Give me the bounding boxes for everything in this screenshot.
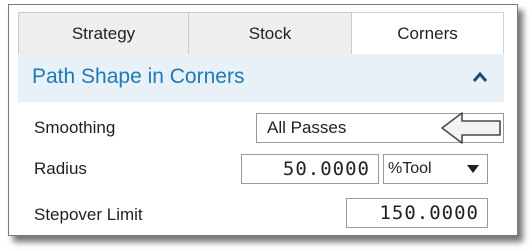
dropdown-arrow-icon[interactable]	[467, 165, 479, 173]
tab-corners[interactable]: Corners	[352, 12, 504, 54]
radius-input[interactable]: 50.0000	[241, 154, 379, 184]
stepover-limit-value: 150.0000	[379, 202, 479, 224]
chevron-up-icon[interactable]	[472, 70, 488, 88]
radius-value: 50.0000	[282, 158, 370, 180]
tab-stock[interactable]: Stock	[189, 12, 352, 54]
tab-strategy[interactable]: Strategy	[18, 12, 189, 54]
section-header[interactable]: Path Shape in Corners	[18, 54, 504, 102]
smoothing-label: Smoothing	[34, 118, 116, 137]
radius-unit-select[interactable]: %Tool	[383, 154, 488, 184]
radius-unit: %Tool	[388, 160, 432, 177]
section-title: Path Shape in Corners	[32, 65, 245, 88]
tab-bar: Strategy Stock Corners	[18, 12, 504, 54]
radius-label: Radius	[34, 159, 87, 178]
smoothing-value: All Passes	[267, 118, 347, 137]
stepover-limit-input[interactable]: 150.0000	[346, 198, 488, 228]
left-arrow-icon	[438, 110, 508, 151]
stepover-limit-label: Stepover Limit	[34, 205, 143, 224]
